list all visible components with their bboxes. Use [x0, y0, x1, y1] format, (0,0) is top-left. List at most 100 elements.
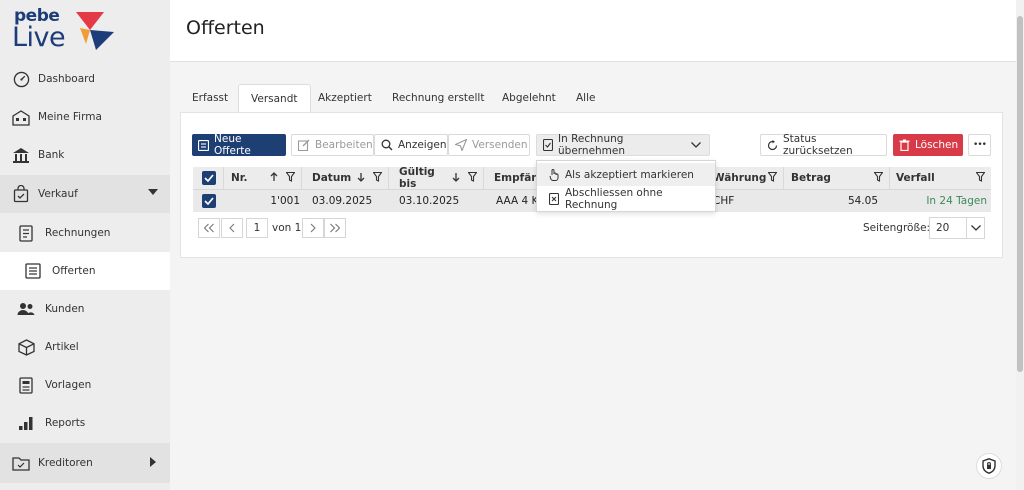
sidebar-item-label: Kunden: [45, 303, 85, 315]
tab-label: Rechnung erstellt: [392, 92, 485, 104]
column-label: Gültig bis: [399, 166, 435, 190]
select-all-cell: [193, 167, 224, 189]
scrollbar[interactable]: [1016, 0, 1024, 490]
column-label: Nr.: [231, 172, 248, 184]
dashboard-gauge-icon: [12, 70, 30, 88]
send-button[interactable]: Versenden: [448, 134, 530, 156]
tab-akzeptiert[interactable]: Akzeptiert: [306, 84, 384, 112]
edit-button[interactable]: Bearbeiten: [291, 134, 374, 156]
filter-icon[interactable]: [372, 171, 383, 185]
column-header-waehrung[interactable]: Währung: [707, 167, 784, 189]
chevron-right-icon: [310, 223, 316, 233]
people-icon: [17, 300, 35, 318]
more-options-button[interactable]: •••: [968, 134, 991, 156]
chevron-down-icon[interactable]: [691, 142, 701, 148]
last-page-button[interactable]: [324, 218, 346, 238]
chevron-left-icon: [229, 223, 235, 233]
cell-betrag: 54.05: [847, 195, 878, 207]
template-icon: [17, 376, 35, 394]
sidebar-item-label: Dashboard: [38, 73, 95, 85]
select-all-checkbox[interactable]: [202, 171, 216, 185]
delete-button[interactable]: Löschen: [893, 134, 963, 156]
sidebar-item-label: Verkauf: [38, 188, 78, 200]
prev-page-button[interactable]: [221, 218, 243, 238]
sidebar-item-label: Reports: [45, 417, 86, 429]
edit-icon: [298, 139, 310, 151]
sidebar-item-offerten[interactable]: Offerten: [0, 252, 170, 290]
sidebar-item-rechnungen[interactable]: Rechnungen: [0, 214, 170, 252]
tab-versandt[interactable]: Versandt: [238, 84, 311, 113]
sidebar-item-label: Meine Firma: [38, 111, 102, 123]
to-invoice-dropdown-menu: Als akzeptiert markieren Abschliessen oh…: [536, 160, 716, 212]
sidebar-item-kreditoren[interactable]: Kreditoren: [0, 443, 170, 483]
column-label: Währung: [713, 172, 767, 184]
page-size-value: 20: [936, 222, 950, 234]
sidebar-item-bank[interactable]: Bank: [0, 136, 170, 174]
new-offer-button[interactable]: Neue Offerte: [192, 133, 286, 157]
tab-label: Versandt: [251, 93, 298, 105]
tab-abgelehnt[interactable]: Abgelehnt: [490, 84, 568, 112]
tab-label: Akzeptiert: [318, 92, 372, 104]
page-size-label: Seitengröße:: [863, 222, 931, 234]
sidebar-item-label: Artikel: [45, 341, 79, 353]
reset-icon: [767, 139, 778, 151]
menu-item-mark-accepted[interactable]: Als akzeptiert markieren: [537, 163, 715, 186]
security-badge[interactable]: [976, 453, 1002, 479]
column-header-verfall[interactable]: Verfall: [890, 167, 991, 189]
column-label: Betrag: [791, 172, 831, 184]
document-x-icon: [549, 192, 559, 205]
tab-label: Alle: [576, 92, 596, 104]
next-page-button[interactable]: [302, 218, 324, 238]
check-icon: [204, 197, 214, 205]
button-label: Versenden: [472, 139, 528, 151]
tab-erfasst[interactable]: Erfasst: [180, 84, 240, 112]
tab-rechnung-erstellt[interactable]: Rechnung erstellt: [380, 84, 496, 112]
sidebar-item-label: Rechnungen: [45, 227, 111, 239]
tab-alle[interactable]: Alle: [564, 84, 607, 112]
view-button[interactable]: Anzeigen: [374, 134, 448, 156]
sidebar-item-verkauf[interactable]: Verkauf: [0, 175, 170, 213]
cell-verfall: In 24 Tagen: [926, 195, 987, 207]
column-header-betrag[interactable]: Betrag: [784, 167, 890, 189]
filter-icon[interactable]: [873, 171, 884, 185]
sidebar-item-artikel[interactable]: Artikel: [0, 328, 170, 366]
filter-icon[interactable]: [767, 171, 778, 185]
tab-label: Erfasst: [192, 92, 229, 104]
column-header-datum[interactable]: Datum: [302, 167, 389, 189]
column-header-gueltig-bis[interactable]: Gültig bis: [389, 166, 484, 190]
sort-descending-icon[interactable]: [357, 172, 365, 185]
current-page-field[interactable]: 1: [246, 218, 268, 238]
scrollbar-thumb[interactable]: [1017, 16, 1023, 372]
sidebar-item-reports[interactable]: Reports: [0, 404, 170, 442]
send-icon: [455, 139, 467, 151]
filter-icon[interactable]: [975, 171, 986, 185]
trash-icon: [899, 139, 910, 151]
tab-label: Abgelehnt: [502, 92, 556, 104]
sidebar-item-vorlagen[interactable]: Vorlagen: [0, 366, 170, 404]
more-icon: •••: [973, 140, 987, 150]
document-icon: [17, 224, 35, 242]
row-checkbox[interactable]: [202, 194, 216, 208]
sidebar-item-label: Offerten: [52, 265, 96, 277]
to-invoice-split-button[interactable]: In Rechnung übernehmen: [536, 133, 710, 157]
hand-pointer-icon: [549, 168, 559, 181]
button-label: Anzeigen: [398, 139, 447, 151]
sort-descending-icon[interactable]: [452, 172, 460, 185]
sort-ascending-icon[interactable]: [270, 171, 278, 185]
reset-status-button[interactable]: Status zurücksetzen: [760, 133, 887, 157]
cell-waehrung: CHF: [713, 195, 735, 207]
filter-icon[interactable]: [285, 171, 296, 185]
first-page-button[interactable]: [198, 218, 220, 238]
sidebar-item-dashboard[interactable]: Dashboard: [0, 60, 170, 98]
page-size-select[interactable]: 20: [929, 217, 985, 239]
page-count: von 1: [272, 222, 302, 234]
filter-icon[interactable]: [467, 171, 478, 185]
column-label: Empfän: [494, 172, 539, 184]
sidebar-item-meine-firma[interactable]: Meine Firma: [0, 98, 170, 136]
document-add-icon: [198, 139, 209, 151]
menu-item-close-without-invoice[interactable]: Abschliessen ohne Rechnung: [537, 187, 715, 211]
column-header-nr[interactable]: Nr.: [224, 167, 302, 189]
sidebar-item-kunden[interactable]: Kunden: [0, 290, 170, 328]
search-icon: [381, 139, 393, 151]
logo: pebe Live: [12, 6, 122, 56]
